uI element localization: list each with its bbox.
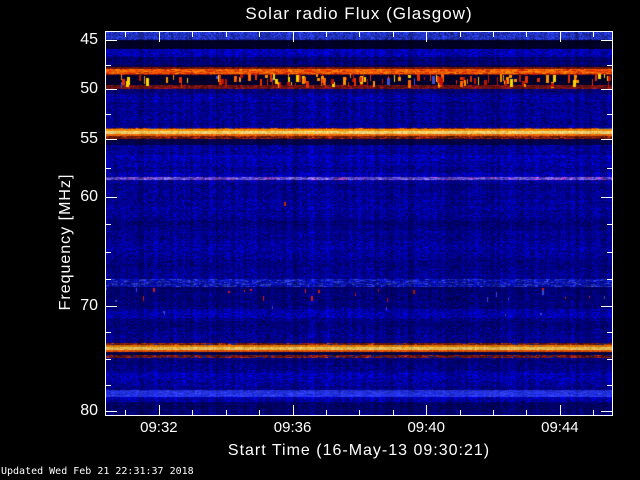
plot-area [105, 31, 613, 416]
axis-tick [526, 32, 527, 37]
axis-tick [607, 359, 612, 360]
axis-tick [493, 32, 494, 37]
axis-tick [125, 410, 126, 415]
axis-tick [359, 410, 360, 415]
axis-tick [601, 306, 612, 307]
axis-tick [601, 139, 612, 140]
chart-title: Solar radio Flux (Glasgow) [245, 4, 473, 23]
axis-tick [293, 405, 294, 415]
y-tick-label-80: 80 [80, 402, 98, 419]
y-tick-label-55: 55 [80, 130, 98, 147]
axis-tick [106, 359, 111, 360]
axis-tick [106, 279, 111, 280]
axis-tick [106, 411, 117, 412]
axis-tick [526, 410, 527, 415]
axis-tick [159, 32, 160, 42]
axis-tick [106, 40, 117, 41]
axis-tick [106, 332, 111, 333]
axis-tick [607, 385, 612, 386]
axis-tick [460, 32, 461, 37]
axis-tick [359, 32, 360, 37]
axis-tick [393, 410, 394, 415]
axis-tick [607, 252, 612, 253]
axis-tick [460, 410, 461, 415]
axis-tick [259, 32, 260, 37]
axis-tick [106, 252, 111, 253]
axis-tick [106, 89, 117, 90]
axis-tick [607, 65, 612, 66]
axis-tick [607, 279, 612, 280]
update-timestamp: Updated Wed Feb 21 22:31:37 2018 [1, 466, 194, 477]
axis-tick [607, 168, 612, 169]
spectrogram-canvas [106, 32, 612, 415]
axis-tick [426, 32, 427, 42]
axis-tick [226, 32, 227, 37]
axis-tick [593, 32, 594, 37]
x-tick-label-0944: 09:44 [541, 419, 579, 436]
axis-tick [106, 65, 111, 66]
axis-tick [226, 410, 227, 415]
axis-tick [106, 168, 111, 169]
axis-tick [259, 410, 260, 415]
axis-tick [192, 410, 193, 415]
x-tick-label-0940: 09:40 [407, 419, 445, 436]
axis-tick [326, 410, 327, 415]
x-tick-label-0936: 09:36 [273, 419, 312, 436]
axis-tick [601, 197, 612, 198]
axis-tick [106, 197, 117, 198]
axis-tick [192, 32, 193, 37]
axis-tick [293, 32, 294, 42]
axis-tick [607, 224, 612, 225]
axis-tick [125, 32, 126, 37]
axis-tick [106, 385, 111, 386]
y-tick-label-45: 45 [80, 31, 98, 48]
axis-tick [426, 405, 427, 415]
axis-tick [601, 89, 612, 90]
y-tick-label-60: 60 [80, 188, 98, 205]
axis-tick [106, 224, 111, 225]
axis-tick [106, 139, 117, 140]
axis-tick [607, 332, 612, 333]
x-axis-title: Start Time (16-May-13 09:30:21) [227, 442, 491, 459]
axis-tick [607, 114, 612, 115]
axis-tick [393, 32, 394, 37]
axis-tick [106, 306, 117, 307]
axis-tick [560, 405, 561, 415]
spectrogram-screen: Solar radio Flux (Glasgow) Frequency [MH… [0, 0, 640, 480]
axis-tick [593, 410, 594, 415]
axis-tick [601, 411, 612, 412]
axis-tick [601, 40, 612, 41]
axis-tick [493, 410, 494, 415]
y-tick-label-50: 50 [80, 80, 98, 97]
axis-tick [326, 32, 327, 37]
y-tick-label-70: 70 [80, 297, 98, 314]
axis-tick [159, 405, 160, 415]
x-tick-label-0932: 09:32 [140, 419, 178, 436]
axis-tick [560, 32, 561, 42]
axis-tick [106, 114, 111, 115]
